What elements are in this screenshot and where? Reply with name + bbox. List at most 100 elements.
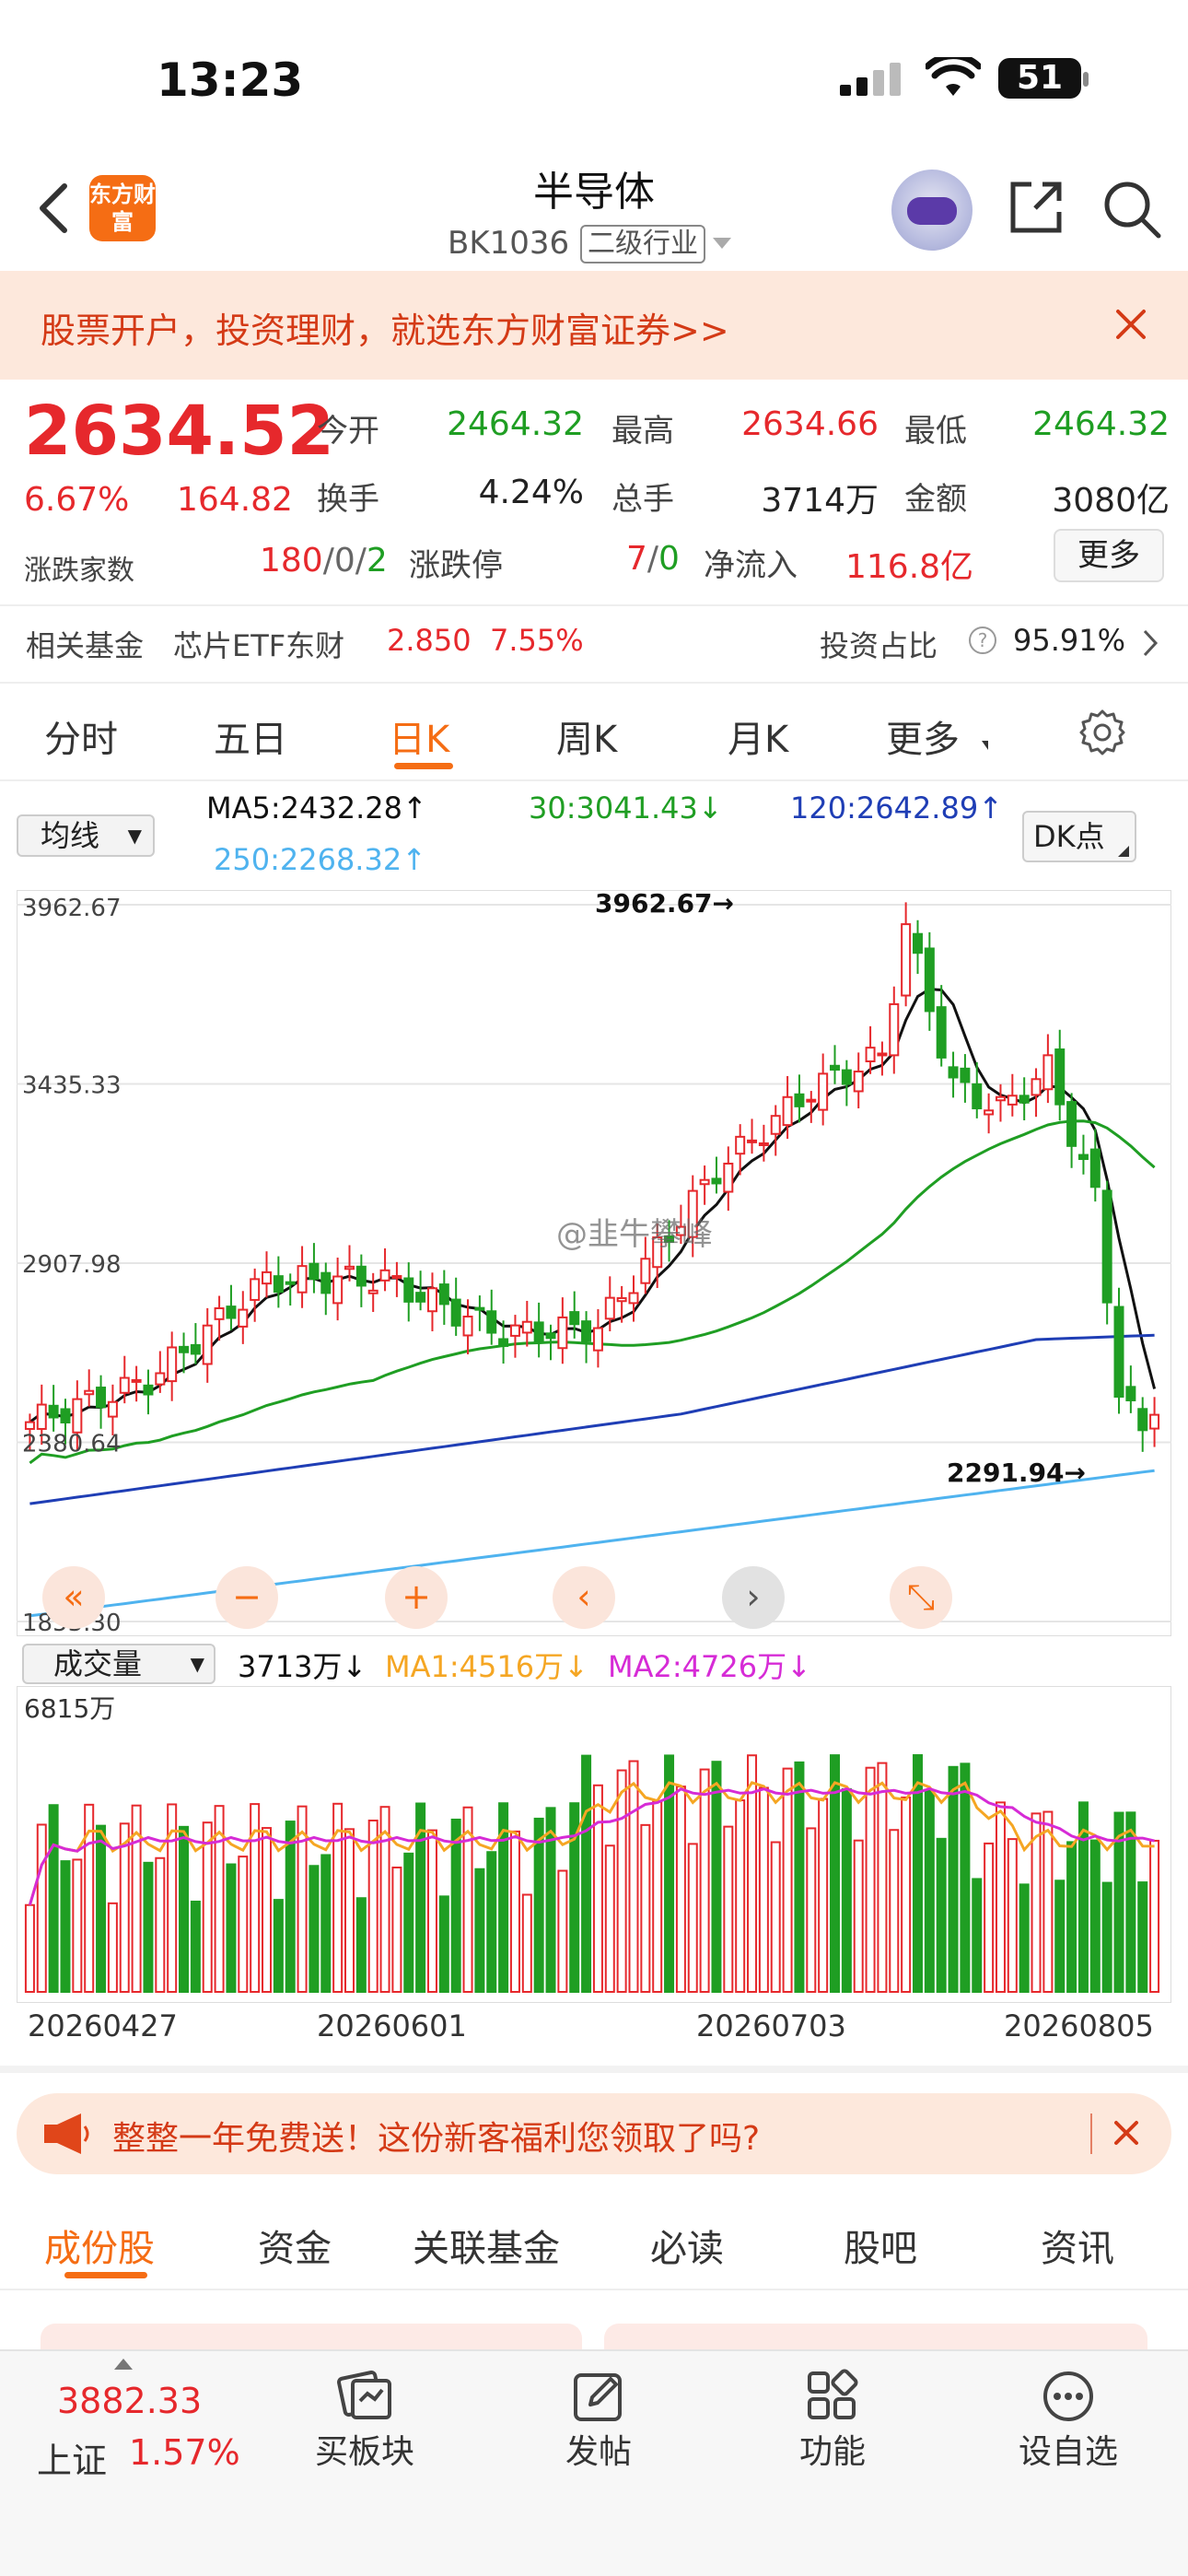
candle[interactable] bbox=[521, 1320, 532, 1334]
candle[interactable] bbox=[214, 1306, 225, 1320]
candle[interactable] bbox=[143, 1384, 154, 1396]
candle[interactable] bbox=[60, 1408, 71, 1423]
candle[interactable] bbox=[758, 1142, 769, 1146]
related-fund-name[interactable]: 芯片ETF东财 bbox=[173, 623, 344, 665]
share-icon[interactable] bbox=[1007, 179, 1065, 236]
candle[interactable] bbox=[616, 1296, 627, 1303]
candle[interactable] bbox=[948, 1066, 959, 1079]
candle[interactable] bbox=[415, 1292, 426, 1303]
candle[interactable] bbox=[1077, 1153, 1089, 1161]
candle[interactable] bbox=[1019, 1095, 1030, 1104]
index-pct[interactable]: 1.57% bbox=[129, 2432, 240, 2473]
candle[interactable] bbox=[533, 1321, 544, 1342]
candle[interactable] bbox=[285, 1281, 296, 1285]
tab-capital[interactable]: 资金 bbox=[258, 2219, 332, 2272]
candle[interactable] bbox=[36, 1403, 47, 1430]
candle[interactable] bbox=[24, 1421, 35, 1430]
candle[interactable] bbox=[782, 1095, 793, 1127]
tab-must-read[interactable]: 必读 bbox=[650, 2219, 724, 2272]
candle[interactable] bbox=[794, 1093, 805, 1107]
candle[interactable] bbox=[853, 1071, 864, 1093]
candle[interactable] bbox=[84, 1389, 95, 1396]
candle[interactable] bbox=[107, 1400, 118, 1418]
zoom-out-button[interactable]: − bbox=[215, 1566, 278, 1629]
candle[interactable] bbox=[379, 1269, 390, 1282]
candle[interactable] bbox=[1031, 1078, 1042, 1096]
candle[interactable] bbox=[569, 1311, 580, 1326]
pan-left-button[interactable]: ‹ bbox=[553, 1566, 615, 1629]
search-icon[interactable] bbox=[1101, 179, 1162, 240]
tab-weekly-k[interactable]: 周K bbox=[556, 709, 617, 763]
candle[interactable] bbox=[901, 923, 912, 997]
post-button[interactable]: 发帖 bbox=[516, 2368, 681, 2471]
settings-gear-icon[interactable] bbox=[1077, 708, 1127, 757]
candle[interactable] bbox=[604, 1296, 615, 1320]
rewind-button[interactable]: « bbox=[42, 1566, 105, 1629]
candle[interactable] bbox=[226, 1306, 237, 1319]
candle[interactable] bbox=[557, 1316, 568, 1350]
candle[interactable] bbox=[1042, 1054, 1054, 1091]
candle[interactable] bbox=[297, 1265, 308, 1294]
candle[interactable] bbox=[699, 1178, 710, 1186]
candle[interactable] bbox=[747, 1139, 758, 1143]
candle[interactable] bbox=[119, 1376, 130, 1394]
candle[interactable] bbox=[640, 1258, 651, 1284]
tab-news[interactable]: 资讯 bbox=[1041, 2219, 1114, 2272]
index-value[interactable]: 3882.33 bbox=[57, 2381, 202, 2421]
content-card[interactable] bbox=[604, 2324, 1147, 2351]
candle[interactable] bbox=[984, 1109, 995, 1116]
candle[interactable] bbox=[592, 1327, 603, 1352]
candle[interactable] bbox=[72, 1398, 83, 1434]
candle[interactable] bbox=[262, 1270, 273, 1285]
candle[interactable] bbox=[450, 1298, 461, 1327]
candle[interactable] bbox=[155, 1372, 166, 1386]
candle[interactable] bbox=[912, 932, 923, 954]
candle[interactable] bbox=[960, 1067, 971, 1083]
chevron-right-icon[interactable] bbox=[1142, 628, 1159, 658]
candle[interactable] bbox=[581, 1320, 592, 1342]
candle[interactable] bbox=[545, 1332, 556, 1340]
candle[interactable] bbox=[179, 1345, 190, 1353]
candle[interactable] bbox=[320, 1271, 332, 1294]
tab-intraday[interactable]: 分时 bbox=[44, 709, 118, 763]
candle[interactable] bbox=[806, 1098, 817, 1103]
candle[interactable] bbox=[250, 1278, 261, 1301]
tab-monthly-k[interactable]: 月K bbox=[728, 709, 788, 763]
buy-sector-button[interactable]: 买板块 bbox=[282, 2368, 448, 2471]
candle[interactable] bbox=[865, 1047, 876, 1063]
candle[interactable] bbox=[1113, 1306, 1124, 1398]
candle[interactable] bbox=[1007, 1095, 1018, 1106]
candle[interactable] bbox=[273, 1275, 284, 1294]
candle[interactable] bbox=[830, 1064, 841, 1071]
tab-more[interactable]: 更多 bbox=[886, 709, 960, 763]
candle[interactable] bbox=[355, 1265, 367, 1287]
more-button[interactable]: 更多 bbox=[1054, 529, 1164, 582]
functions-button[interactable]: 功能 bbox=[750, 2368, 915, 2471]
candle[interactable] bbox=[1089, 1148, 1101, 1188]
candle[interactable] bbox=[332, 1275, 344, 1305]
candle[interactable] bbox=[1054, 1048, 1066, 1106]
candle[interactable] bbox=[889, 1002, 900, 1057]
help-icon[interactable]: ? bbox=[969, 626, 996, 654]
candle[interactable] bbox=[1101, 1189, 1112, 1304]
candle[interactable] bbox=[438, 1283, 449, 1306]
candle[interactable] bbox=[972, 1083, 983, 1110]
volume-indicator-select[interactable]: 成交量 ▼ bbox=[22, 1644, 215, 1684]
sector-level-tag[interactable]: 二级行业 bbox=[580, 225, 705, 263]
candle[interactable] bbox=[995, 1095, 1006, 1102]
tab-daily-k[interactable]: 日K bbox=[389, 709, 449, 763]
fullscreen-button[interactable]: ⤡ bbox=[890, 1566, 952, 1629]
ma-indicator-select[interactable]: 均线 ▼ bbox=[17, 814, 155, 857]
chevron-down-icon[interactable] bbox=[713, 238, 731, 249]
tab-constituents[interactable]: 成份股 bbox=[44, 2219, 155, 2272]
candle[interactable] bbox=[344, 1265, 355, 1270]
candle[interactable] bbox=[190, 1343, 201, 1355]
candle[interactable] bbox=[628, 1292, 639, 1305]
candle[interactable] bbox=[167, 1346, 178, 1383]
candle[interactable] bbox=[309, 1262, 320, 1281]
candle[interactable] bbox=[367, 1289, 379, 1294]
candle[interactable] bbox=[924, 947, 935, 1013]
candle[interactable] bbox=[462, 1316, 473, 1337]
candle[interactable] bbox=[238, 1308, 249, 1328]
candle[interactable] bbox=[818, 1072, 829, 1111]
